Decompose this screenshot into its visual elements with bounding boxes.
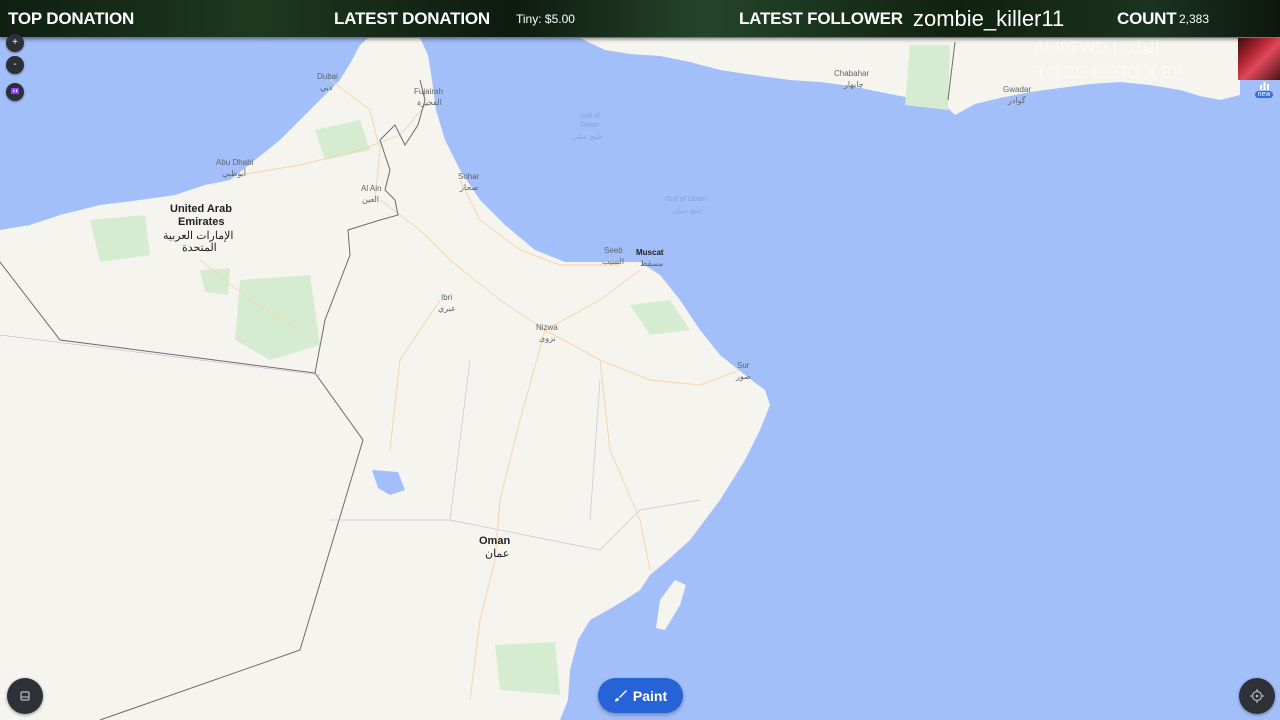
overlay-text-line1: ALI8TWD | العلي [1034, 38, 1160, 57]
latest-donation-label: LATEST DONATION [334, 9, 490, 28]
map-label-dubai: Dubai [317, 72, 338, 81]
map-label-uae-ar2: المتحدة [182, 242, 217, 254]
crosshair-icon [1250, 689, 1264, 703]
latest-follower-label: LATEST FOLLOWER [739, 9, 903, 28]
map-label-al-ain: Al Ain [361, 184, 381, 193]
paint-button-label: Paint [632, 687, 668, 704]
map-label-muscat: Muscat [636, 248, 664, 257]
map-label-fujairah: Fujairah [414, 87, 443, 96]
streamer-avatar [1238, 38, 1280, 80]
new-badge: new [1254, 91, 1274, 98]
map-label-chabahar-ar: چابهار [843, 80, 864, 89]
latest-follower-value: zombie_killer11 [913, 6, 1065, 31]
map-label-ibri: Ibri [441, 293, 452, 302]
map-canvas[interactable]: Dubai دبي Fujairah الفجيرة Abu Dhabi أبو… [0, 0, 1280, 720]
map-label-al-ain-ar: العين [362, 195, 379, 204]
bar-chart-icon [1259, 82, 1269, 90]
map-label-ibri-ar: عبري [438, 304, 456, 313]
map-label-gwadar-ar: گوادر [1007, 95, 1026, 105]
stats-button[interactable]: new [1252, 80, 1276, 102]
twitch-button[interactable] [6, 83, 24, 101]
twitch-icon [11, 88, 19, 94]
count-value: 2,383 [1179, 12, 1210, 26]
map-label-gulf2: Gulf of Oman [665, 196, 707, 203]
map-label-seeb: Seeb [604, 246, 623, 255]
map-label-sohar: Sohar [458, 172, 480, 181]
count-label: COUNT [1117, 9, 1177, 28]
map-label-uae-line1: United Arab [170, 203, 232, 215]
map-label-sur-ar: صور [735, 372, 751, 381]
map-label-gulf1-line1: Gulf of [579, 113, 601, 120]
map-label-abu-dhabi: Abu Dhabi [216, 158, 254, 167]
map-label-gulf1-ar: خليج عمان [572, 133, 603, 141]
map-label-gulf2-ar: خليج عمان [672, 207, 703, 215]
map-label-chabahar: Chabahar [834, 69, 869, 78]
latest-donation-value: Tiny: $5.00 [516, 12, 575, 26]
map-label-uae-ar1: الإمارات العربية [163, 230, 233, 242]
overlay-text-line2: TO BE HERO X EP [1036, 63, 1185, 82]
map-label-gwadar: Gwadar [1003, 85, 1031, 94]
stream-info-bar: TOP DONATION LATEST DONATION Tiny: $5.00… [0, 0, 1280, 37]
map-label-oman-ar: عمان [485, 548, 509, 560]
map-label-sohar-ar: صحار [459, 183, 478, 192]
map-label-abu-dhabi-ar: أبوظبي [222, 167, 246, 178]
top-donation-label: TOP DONATION [8, 9, 135, 28]
paintbrush-icon [614, 690, 627, 702]
map-label-nizwa: Nizwa [536, 323, 558, 332]
map-label-sur: Sur [737, 361, 750, 370]
layers-button[interactable] [7, 678, 43, 714]
map-label-nizwa-ar: نزوى [539, 334, 556, 343]
map-label-muscat-ar: مسقط [640, 259, 663, 268]
map-label-gulf1-line2: Oman [580, 122, 599, 129]
layers-icon [20, 691, 30, 701]
map-label-uae-line2: Emirates [178, 216, 224, 228]
map-label-oman: Oman [479, 535, 510, 547]
paint-button[interactable]: Paint [598, 678, 683, 713]
zoom-in-button[interactable]: + [6, 34, 24, 52]
map-label-seeb-ar: السيب [602, 257, 624, 266]
zoom-out-button[interactable]: - [6, 56, 24, 74]
map-label-fujairah-ar: الفجيرة [417, 98, 442, 107]
locate-me-button[interactable] [1239, 678, 1275, 714]
map-label-dubai-ar: دبي [320, 83, 333, 92]
